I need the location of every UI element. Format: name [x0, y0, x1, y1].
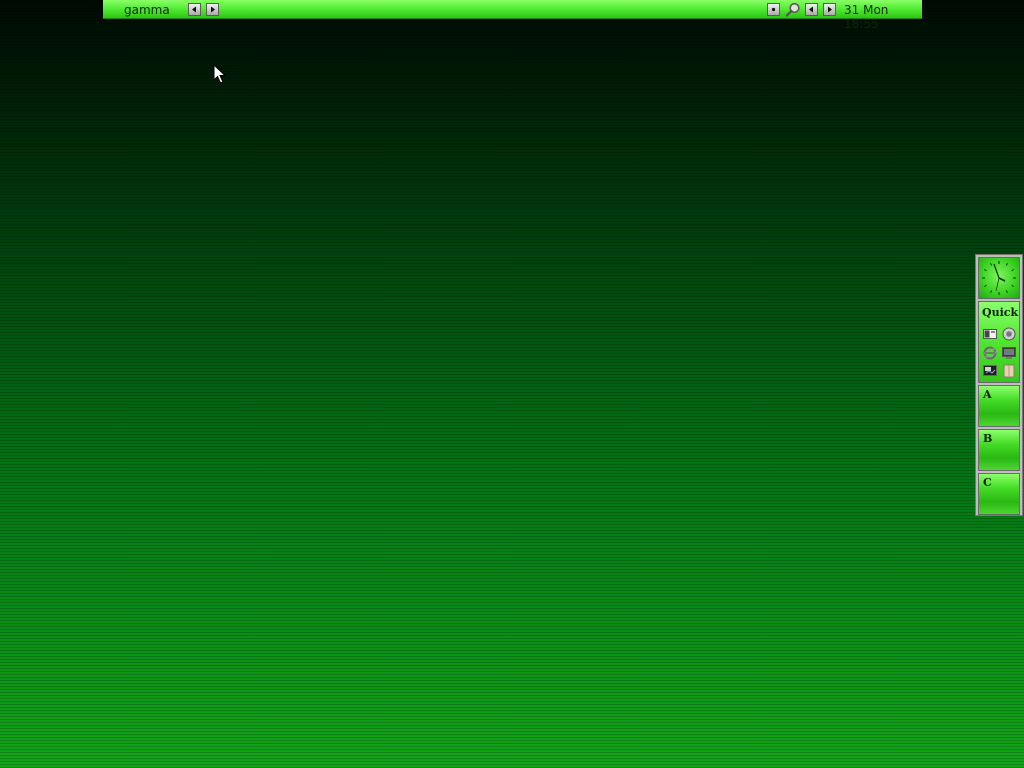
- workspace-label: B: [983, 432, 993, 445]
- system-monitor-icon[interactable]: [983, 365, 997, 377]
- clock-display[interactable]: 31 Mon 18:55: [844, 3, 922, 31]
- arrow-right-icon: [211, 6, 215, 13]
- desktop-name[interactable]: gamma: [124, 3, 170, 17]
- display-icon[interactable]: [1002, 347, 1016, 359]
- workspace-label: C: [983, 476, 992, 489]
- arrow-left-icon: [192, 6, 196, 13]
- arrow-right-icon: [828, 6, 832, 13]
- workspace-c[interactable]: C: [978, 473, 1020, 515]
- quick-launch-panel: Quick: [978, 301, 1020, 383]
- next-desktop-button[interactable]: [206, 3, 219, 16]
- clock-icon: [982, 261, 1016, 295]
- workspace-a[interactable]: A: [978, 385, 1020, 427]
- browser-icon[interactable]: [1002, 327, 1016, 341]
- arrow-cursor-icon: [213, 64, 227, 84]
- dock-panel: Quick A B C: [975, 254, 1023, 516]
- top-panel: gamma 31 Mon 18:55: [103, 0, 922, 31]
- workspace-label: A: [983, 388, 992, 401]
- window-list-button[interactable]: [767, 3, 780, 16]
- prev-desktop-button[interactable]: [188, 3, 201, 16]
- arrow-left-icon: [809, 6, 813, 13]
- analog-clock-widget[interactable]: [978, 257, 1020, 299]
- folder-icon[interactable]: [1002, 364, 1016, 378]
- quick-label: Quick: [982, 306, 1019, 319]
- window-list-icon: [771, 7, 776, 12]
- desktop-background: [0, 0, 1024, 768]
- search-button[interactable]: [785, 2, 801, 17]
- workspace-b[interactable]: B: [978, 429, 1020, 471]
- terminal-icon[interactable]: [983, 328, 997, 340]
- magnifier-icon: [785, 2, 800, 17]
- prev-window-button[interactable]: [805, 3, 818, 16]
- next-window-button[interactable]: [823, 3, 836, 16]
- internet-explorer-icon[interactable]: [983, 346, 997, 360]
- mouse-cursor: [213, 64, 227, 84]
